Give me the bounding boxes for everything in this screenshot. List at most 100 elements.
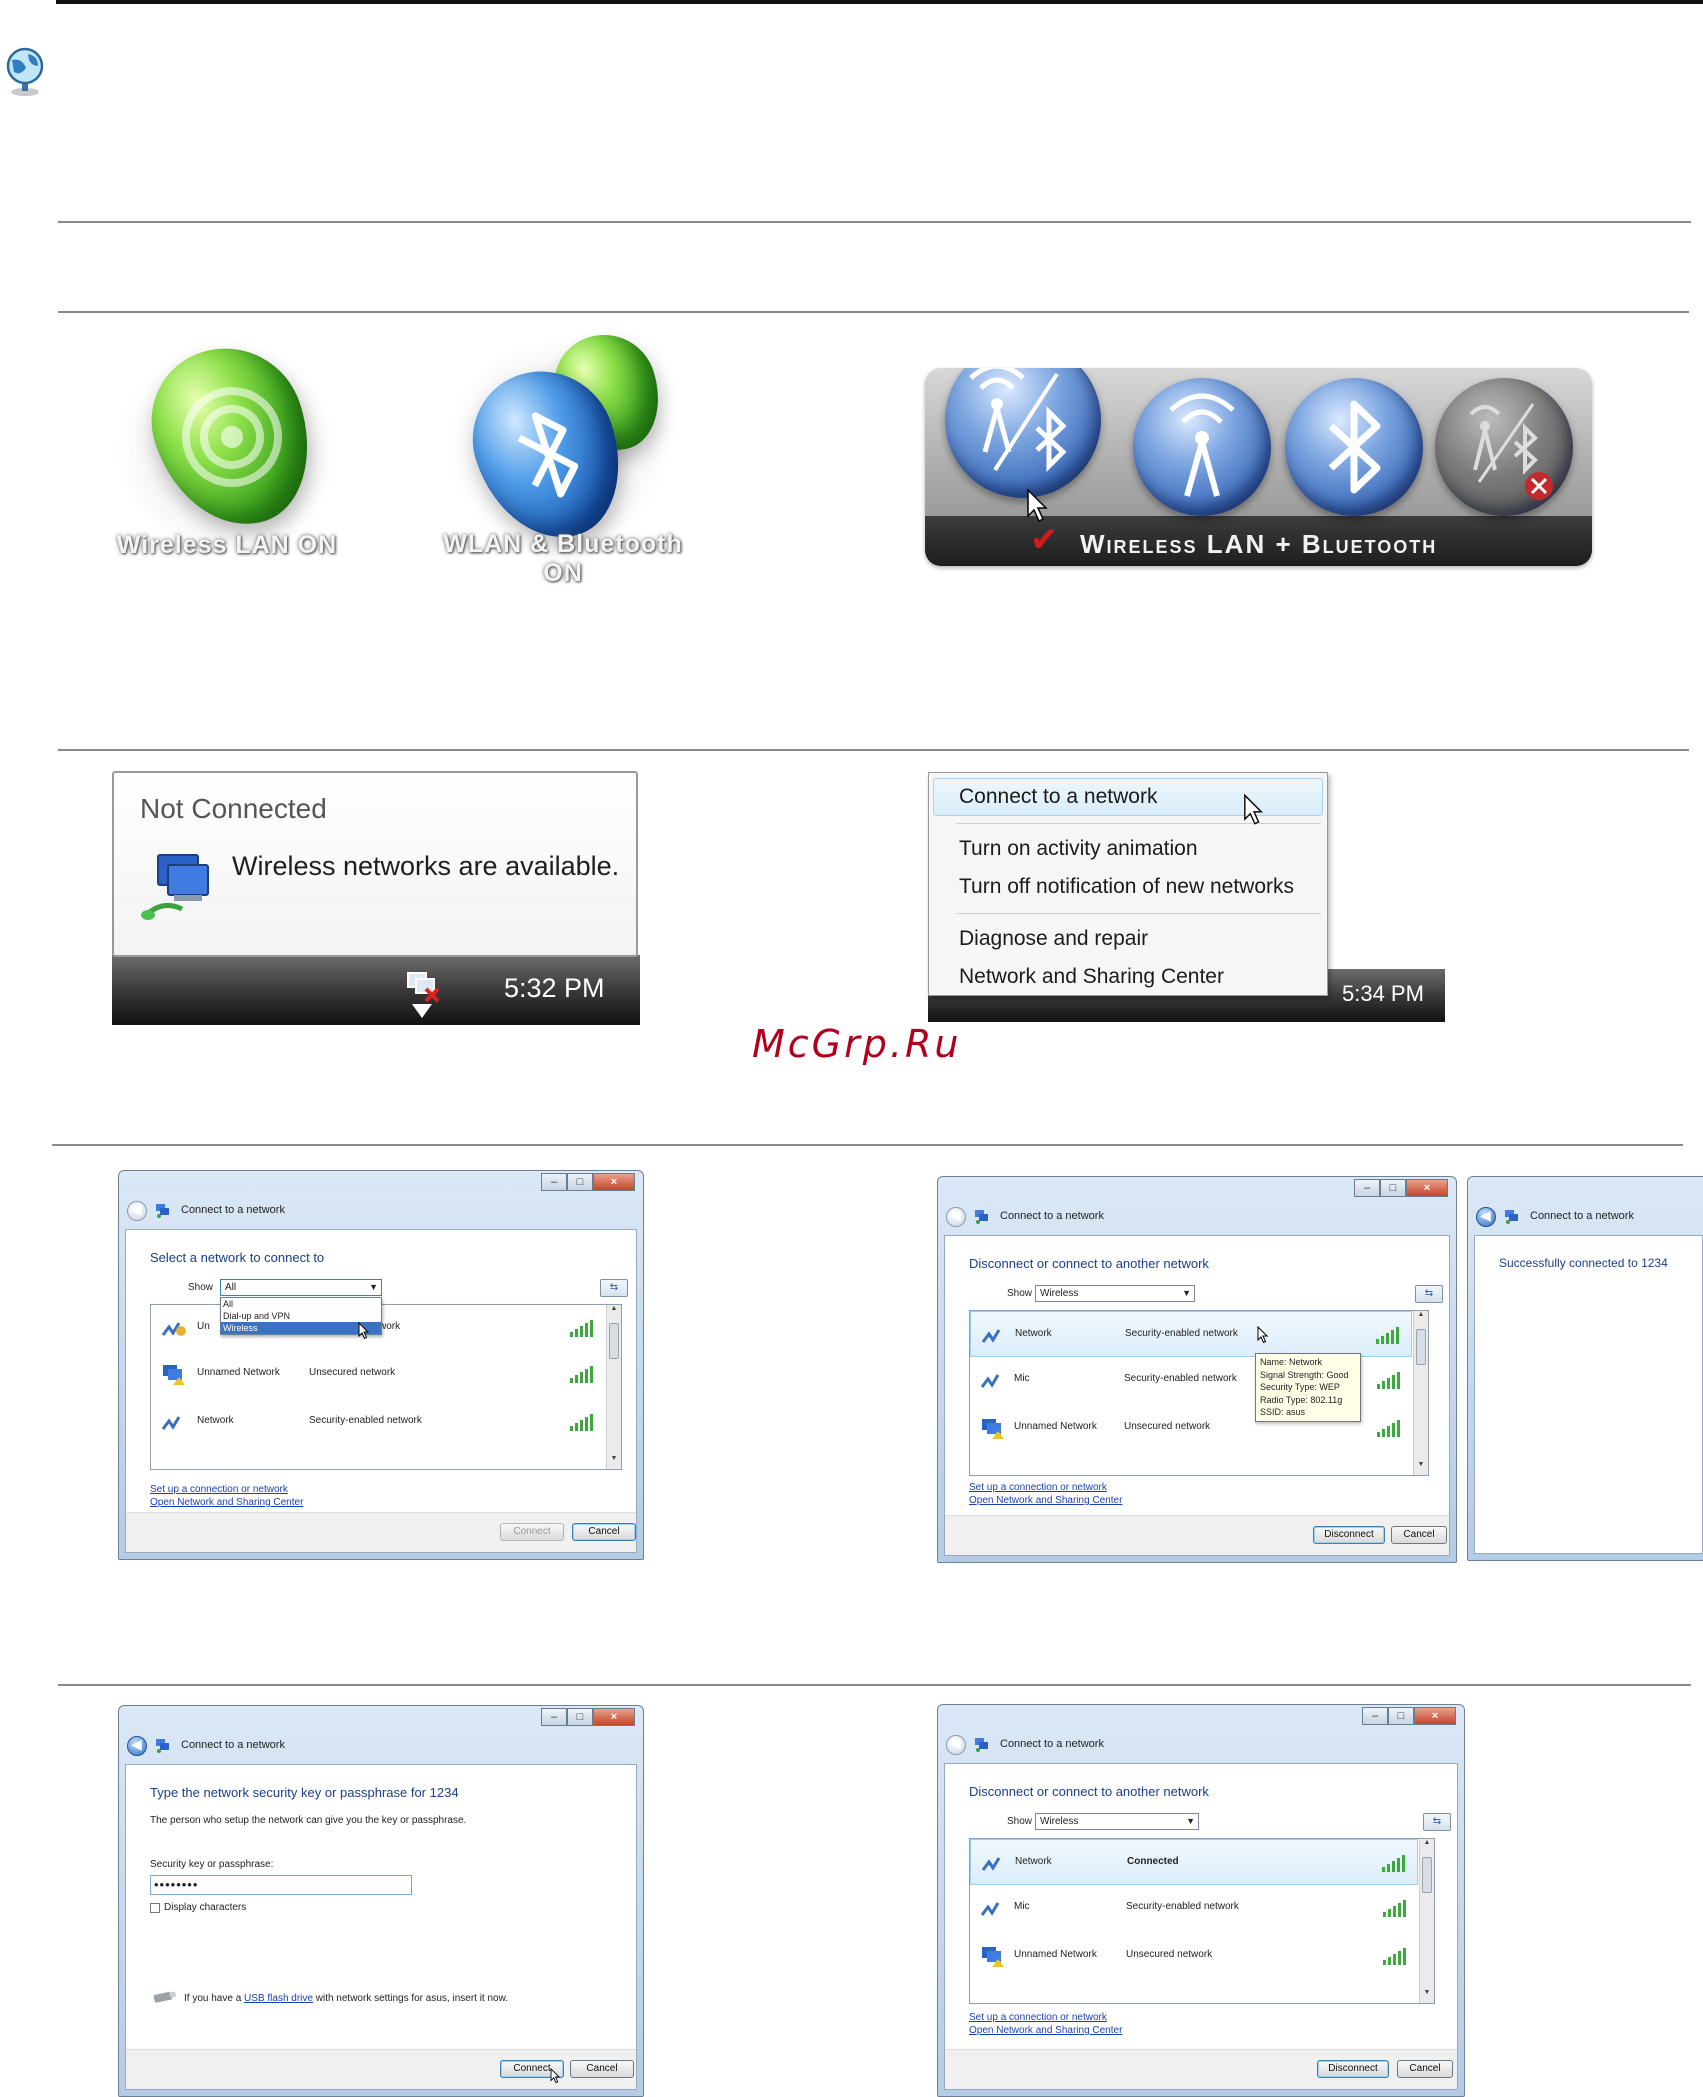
window-controls: – □ ×	[541, 1708, 635, 1726]
sharing-center-link[interactable]: Open Network and Sharing Center	[969, 2025, 1122, 2036]
sharing-center-link[interactable]: Open Network and Sharing Center	[150, 1497, 303, 1508]
dialog-footer: Connect Cancel	[126, 1512, 636, 1552]
menu-item-sharing-center[interactable]: Network and Sharing Center	[959, 965, 1224, 989]
usb-hint-suffix: with network settings for asus, insert i…	[315, 1993, 509, 2004]
signal-strength-icon	[570, 1414, 593, 1431]
minimize-button[interactable]: –	[541, 1708, 567, 1726]
show-dropdown[interactable]: All ▼	[220, 1279, 382, 1296]
list-scrollbar[interactable]: ▲ ▼	[1419, 1839, 1434, 2003]
network-icon	[975, 1210, 988, 1224]
wireless-network-icon	[981, 1329, 1001, 1343]
connect-button[interactable]: Connect	[500, 1523, 564, 1541]
menu-item-diagnose[interactable]: Diagnose and repair	[959, 927, 1148, 951]
menu-item-notification[interactable]: Turn off notification of new networks	[959, 875, 1294, 899]
wlan-ball[interactable]	[1133, 378, 1271, 516]
maximize-button[interactable]: □	[567, 1708, 593, 1726]
dialog-footer: Connect Cancel	[126, 2049, 636, 2089]
section-rule-5	[58, 1684, 1691, 1686]
cancel-button[interactable]: Cancel	[1391, 1526, 1447, 1544]
cancel-button[interactable]: Cancel	[572, 1523, 636, 1541]
setup-connection-link[interactable]: Set up a connection or network	[150, 1484, 288, 1495]
dropdown-option[interactable]: Wireless	[221, 1322, 381, 1334]
signal-strength-icon	[1377, 1420, 1400, 1437]
close-button[interactable]: ×	[1414, 1707, 1456, 1725]
network-icon	[975, 1738, 988, 1752]
network-name: Network	[197, 1415, 234, 1426]
usb-hint-prefix: If you have a	[184, 1993, 242, 2004]
show-label: Show	[1007, 1816, 1033, 1827]
network-security: Security-enabled network	[309, 1415, 422, 1426]
back-arrow-icon[interactable]: ◀	[946, 1735, 966, 1755]
setup-connection-link[interactable]: Set up a connection or network	[969, 1482, 1107, 1493]
display-characters-label: Display characters	[164, 1902, 247, 1913]
dropdown-option[interactable]: All	[221, 1298, 381, 1310]
show-dropdown[interactable]: Wireless ▼	[1035, 1813, 1199, 1830]
disconnect-button[interactable]: Disconnect	[1317, 2060, 1389, 2078]
back-arrow-icon[interactable]: ◀	[1476, 1207, 1496, 1227]
close-button[interactable]: ×	[593, 1173, 635, 1191]
maximize-button[interactable]: □	[567, 1173, 593, 1191]
network-row[interactable]: Unnamed Network Unsecured network	[151, 1351, 605, 1397]
menu-item-connect[interactable]: Connect to a network	[959, 785, 1157, 809]
network-row-selected[interactable]: Network Connected	[970, 1839, 1418, 1885]
back-arrow-icon[interactable]: ◀	[946, 1207, 966, 1227]
all-off-ball[interactable]	[1435, 378, 1573, 516]
cancel-button[interactable]: Cancel	[570, 2060, 634, 2078]
dialog-footer: Disconnect Cancel	[945, 2049, 1457, 2089]
show-label: Show	[188, 1282, 214, 1293]
network-name: Mic	[1014, 1901, 1030, 1912]
setup-connection-link[interactable]: Set up a connection or network	[969, 2012, 1107, 2023]
maximize-button[interactable]: □	[1388, 1707, 1414, 1725]
minimize-button[interactable]: –	[1354, 1179, 1380, 1197]
signal-strength-icon	[570, 1320, 593, 1337]
usb-flash-drive-link[interactable]: USB flash drive	[244, 1993, 313, 2004]
wlan-bluetooth-ball-selected[interactable]	[945, 368, 1101, 498]
tooltip-line: SSID: asus	[1260, 1407, 1306, 1417]
close-button[interactable]: ×	[1406, 1179, 1448, 1197]
dialog-heading: Select a network to connect to	[150, 1250, 325, 1265]
network-row-selected[interactable]: Network Security-enabled network	[970, 1311, 1412, 1357]
network-row[interactable]: Network Security-enabled network	[151, 1399, 605, 1445]
close-button[interactable]: ×	[593, 1708, 635, 1726]
checkmark-icon: ✔	[1030, 521, 1059, 559]
refresh-button[interactable]: ⇆	[1423, 1813, 1451, 1831]
minimize-button[interactable]: –	[1362, 1707, 1388, 1725]
globe-note-icon	[2, 46, 48, 98]
minimize-button[interactable]: –	[541, 1173, 567, 1191]
watermark: McGrp.Ru	[752, 1022, 962, 1066]
tooltip-line: Security Type: WEP	[1260, 1382, 1340, 1392]
refresh-button[interactable]: ⇆	[1415, 1285, 1443, 1303]
dialog-heading: Type the network security key or passphr…	[150, 1785, 459, 1800]
unsecured-network-icon	[163, 1365, 185, 1385]
security-key-input[interactable]: ••••••••	[150, 1875, 412, 1895]
section-rule-4	[52, 1144, 1683, 1146]
network-security: Security-enabled network	[1126, 1901, 1239, 1912]
signal-strength-icon	[570, 1366, 593, 1383]
display-characters-checkbox[interactable]	[150, 1903, 160, 1913]
wireless-network-icon	[981, 1857, 1001, 1871]
list-scrollbar[interactable]: ▲ ▼	[1413, 1311, 1428, 1475]
back-arrow-icon[interactable]: ◀	[127, 1736, 147, 1756]
network-row[interactable]: Unnamed Network Unsecured network	[970, 1933, 1418, 1979]
network-row[interactable]: Mic Security-enabled network	[970, 1885, 1418, 1931]
cancel-button[interactable]: Cancel	[1397, 2060, 1453, 2078]
network-security: work	[379, 1321, 401, 1332]
network-disconnected-icon[interactable]	[404, 969, 442, 1005]
menu-item-activity-animation[interactable]: Turn on activity animation	[959, 837, 1198, 861]
list-scrollbar[interactable]: ▲ ▼	[606, 1305, 621, 1469]
not-connected-balloon[interactable]: Not Connected Wireless networks are avai…	[112, 771, 638, 957]
network-status: Connected	[1127, 1856, 1179, 1867]
maximize-button[interactable]: □	[1380, 1179, 1406, 1197]
dropdown-option[interactable]: Dial-up and VPN	[221, 1310, 381, 1322]
network-icon	[156, 1204, 169, 1218]
security-key-hint: The person who setup the network can giv…	[150, 1815, 467, 1826]
bluetooth-ball[interactable]	[1285, 378, 1423, 516]
refresh-button[interactable]: ⇆	[600, 1279, 628, 1297]
network-security: Security-enabled network	[1125, 1328, 1238, 1339]
sharing-center-link[interactable]: Open Network and Sharing Center	[969, 1495, 1122, 1506]
osd-wireless-lan-on: Wireless LAN ON	[107, 328, 347, 595]
back-arrow-icon[interactable]: ◀	[127, 1201, 147, 1221]
show-dropdown[interactable]: Wireless ▼	[1035, 1285, 1195, 1302]
disconnect-button[interactable]: Disconnect	[1313, 1526, 1385, 1544]
mouse-cursor-icon	[1244, 793, 1263, 825]
